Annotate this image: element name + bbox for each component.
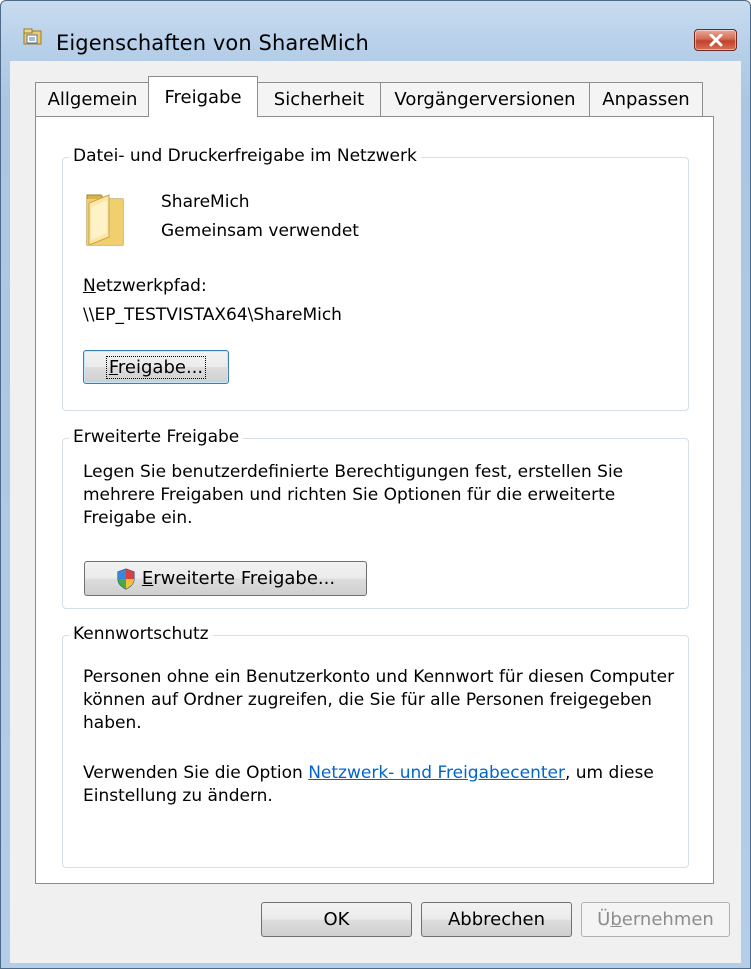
group-legend: Erweiterte Freigabe — [69, 427, 244, 447]
advanced-sharing-group: Erweiterte Freigabe Legen Sie benutzerde… — [62, 427, 689, 609]
apply-button[interactable]: Übernehmen — [581, 902, 730, 937]
share-status: Gemeinsam verwendet — [161, 221, 359, 241]
password-protection-hint: Verwenden Sie die Option Netzwerk- und F… — [83, 763, 654, 806]
window-title: Eigenschaften von ShareMich — [56, 31, 369, 55]
network-sharing-center-link[interactable]: Netzwerk- und Freigabecenter — [308, 763, 565, 783]
close-button[interactable] — [694, 29, 737, 51]
title-bar[interactable]: Eigenschaften von ShareMich — [1, 1, 750, 55]
folder-properties-icon — [23, 28, 42, 45]
network-sharing-group: Datei- und Druckerfreigabe im Netzwerk S… — [62, 146, 689, 411]
freigabe-tab-panel: Datei- und Druckerfreigabe im Netzwerk S… — [35, 116, 714, 884]
cancel-button[interactable]: Abbrechen — [421, 902, 572, 937]
tab-label: Allgemein — [47, 89, 138, 110]
group-legend: Kennwortschutz — [69, 624, 213, 644]
tab-freigabe[interactable]: Freigabe — [148, 76, 258, 117]
advanced-sharing-button[interactable]: Erweiterte Freigabe... — [84, 561, 367, 596]
password-protection-group: Kennwortschutz Personen ohne ein Benutze… — [62, 624, 689, 868]
network-path-value[interactable]: \\EP_TESTVISTAX64\ShareMich — [83, 304, 342, 326]
folder-name: ShareMich — [161, 192, 250, 212]
tab-allgemein[interactable]: Allgemein — [35, 82, 150, 116]
password-protection-description: Personen ohne ein Benutzerkonto und Kenn… — [83, 667, 675, 733]
tab-label: Anpassen — [602, 89, 690, 110]
share-button[interactable]: Freigabe... — [83, 350, 229, 384]
tab-sicherheit[interactable]: Sicherheit — [257, 82, 381, 116]
advanced-sharing-description: Legen Sie benutzerdefinierte Berechtigun… — [83, 462, 624, 528]
ok-button[interactable]: OK — [261, 902, 412, 937]
tab-label: Vorgängerversionen — [394, 89, 576, 110]
tab-vorgaengerversionen[interactable]: Vorgängerversionen — [380, 82, 590, 116]
network-path-label: Netzwerkpfad: — [83, 276, 207, 296]
uac-shield-icon — [117, 567, 135, 590]
tab-label: Sicherheit — [273, 89, 365, 110]
tab-label: Freigabe — [164, 86, 242, 108]
group-legend: Datei- und Druckerfreigabe im Netzwerk — [69, 146, 421, 166]
tab-anpassen[interactable]: Anpassen — [589, 82, 703, 116]
folder-icon — [86, 194, 124, 246]
close-icon — [709, 34, 723, 47]
